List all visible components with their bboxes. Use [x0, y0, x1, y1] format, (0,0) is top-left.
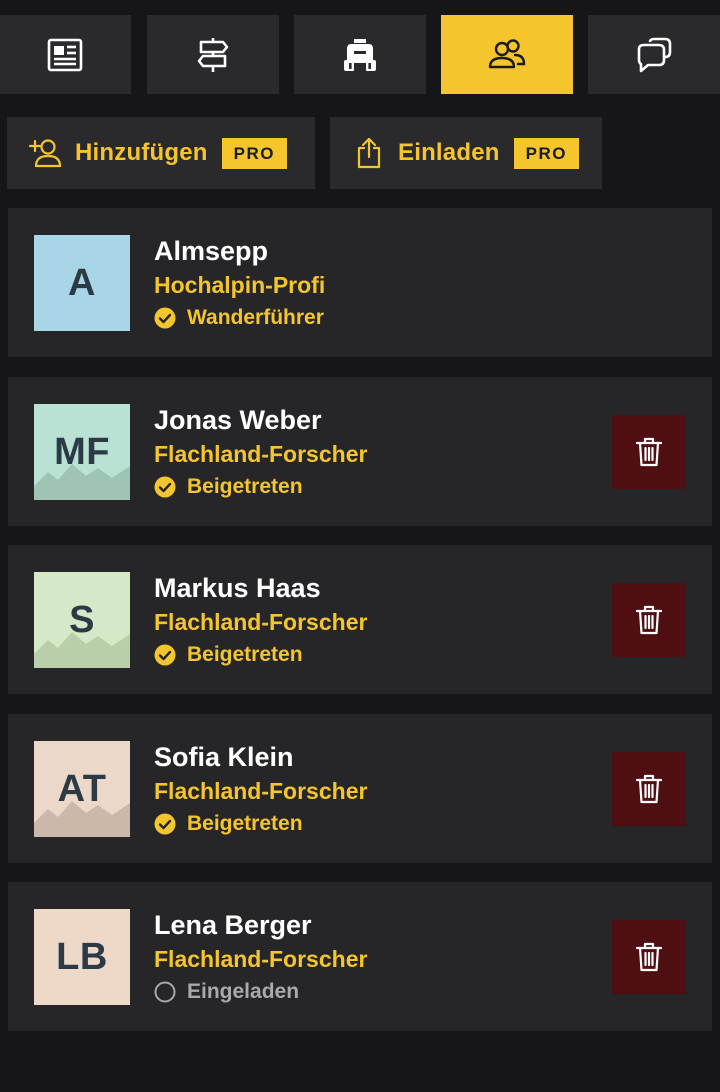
check-circle-icon — [154, 307, 176, 329]
avatar-initials: MF — [54, 430, 110, 473]
delete-member-button[interactable] — [612, 920, 686, 994]
action-bar: Hinzufügen PRO Einladen PRO — [0, 117, 720, 189]
member-card[interactable]: MF Jonas Weber Flachland-Forscher Beiget… — [8, 377, 712, 526]
check-circle-icon — [154, 476, 176, 498]
member-role: Flachland-Forscher — [154, 778, 368, 804]
avatar: MF — [34, 404, 130, 500]
member-card[interactable]: A Almsepp Hochalpin-Profi Wanderführer — [8, 208, 712, 357]
member-card[interactable]: S Markus Haas Flachland-Forscher Beigetr… — [8, 545, 712, 694]
avatar-initials: A — [68, 261, 96, 304]
member-info: Almsepp Hochalpin-Profi Wanderführer — [154, 235, 325, 333]
chat-bubbles-icon — [637, 37, 672, 72]
share-icon — [352, 136, 386, 170]
newspaper-icon — [47, 38, 83, 71]
member-name: Lena Berger — [154, 910, 312, 940]
avatar: S — [34, 572, 130, 668]
member-role: Hochalpin-Profi — [154, 272, 326, 298]
member-card[interactable]: LB Lena Berger Flachland-Forscher Eingel… — [8, 882, 712, 1031]
member-info: Jonas Weber Flachland-Forscher Beigetret… — [154, 404, 367, 502]
member-role: Flachland-Forscher — [154, 946, 368, 972]
add-user-icon — [29, 136, 63, 170]
member-status-text: Beigetreten — [187, 812, 303, 835]
check-circle-icon — [154, 644, 176, 666]
delete-member-button[interactable] — [612, 415, 686, 489]
pro-badge: PRO — [513, 137, 579, 169]
member-role: Flachland-Forscher — [154, 441, 368, 467]
member-info: Sofia Klein Flachland-Forscher Beigetret… — [154, 741, 367, 839]
invite-button[interactable]: Einladen PRO — [330, 117, 602, 189]
pro-badge: PRO — [221, 137, 287, 169]
backpack-icon — [344, 38, 376, 71]
member-status-text: Beigetreten — [187, 475, 303, 498]
check-circle-icon — [154, 813, 176, 835]
member-info: Lena Berger Flachland-Forscher Eingelade… — [154, 909, 367, 1007]
member-status: Beigetreten — [154, 640, 367, 670]
avatar-initials: S — [69, 598, 95, 641]
avatar: LB — [34, 909, 130, 1005]
member-info: Markus Haas Flachland-Forscher Beigetret… — [154, 572, 367, 670]
tab-gear[interactable] — [294, 15, 426, 94]
delete-member-button[interactable] — [612, 583, 686, 657]
member-status: Beigetreten — [154, 472, 367, 502]
avatar-initials: LB — [56, 935, 108, 978]
empty-circle-icon — [154, 981, 176, 1003]
tab-members[interactable] — [441, 15, 573, 94]
member-card[interactable]: AT Sofia Klein Flachland-Forscher Beiget… — [8, 714, 712, 863]
member-status: Beigetreten — [154, 809, 367, 839]
member-status-text: Beigetreten — [187, 643, 303, 666]
member-status: Wanderführer — [154, 303, 325, 333]
tab-news[interactable] — [0, 15, 131, 94]
delete-member-button[interactable] — [612, 752, 686, 826]
add-member-button[interactable]: Hinzufügen PRO — [7, 117, 315, 189]
member-status-text: Eingeladen — [187, 980, 300, 1003]
signpost-icon — [197, 37, 229, 72]
tab-chat[interactable] — [588, 15, 720, 94]
users-icon — [488, 38, 526, 68]
member-name: Markus Haas — [154, 573, 321, 603]
avatar: AT — [34, 741, 130, 837]
member-name: Jonas Weber — [154, 405, 322, 435]
member-name: Almsepp — [154, 236, 269, 266]
member-status: Eingeladen — [154, 977, 367, 1007]
member-status-text: Wanderführer — [187, 306, 324, 329]
trash-icon — [635, 774, 663, 804]
invite-label: Einladen — [398, 139, 500, 166]
member-role: Flachland-Forscher — [154, 609, 368, 635]
member-name: Sofia Klein — [154, 742, 294, 772]
avatar: A — [34, 235, 130, 331]
tab-routes[interactable] — [147, 15, 279, 94]
trash-icon — [635, 437, 663, 467]
trash-icon — [635, 605, 663, 635]
top-tab-bar — [0, 0, 720, 109]
trash-icon — [635, 942, 663, 972]
avatar-initials: AT — [57, 767, 107, 810]
add-member-label: Hinzufügen — [75, 139, 208, 166]
